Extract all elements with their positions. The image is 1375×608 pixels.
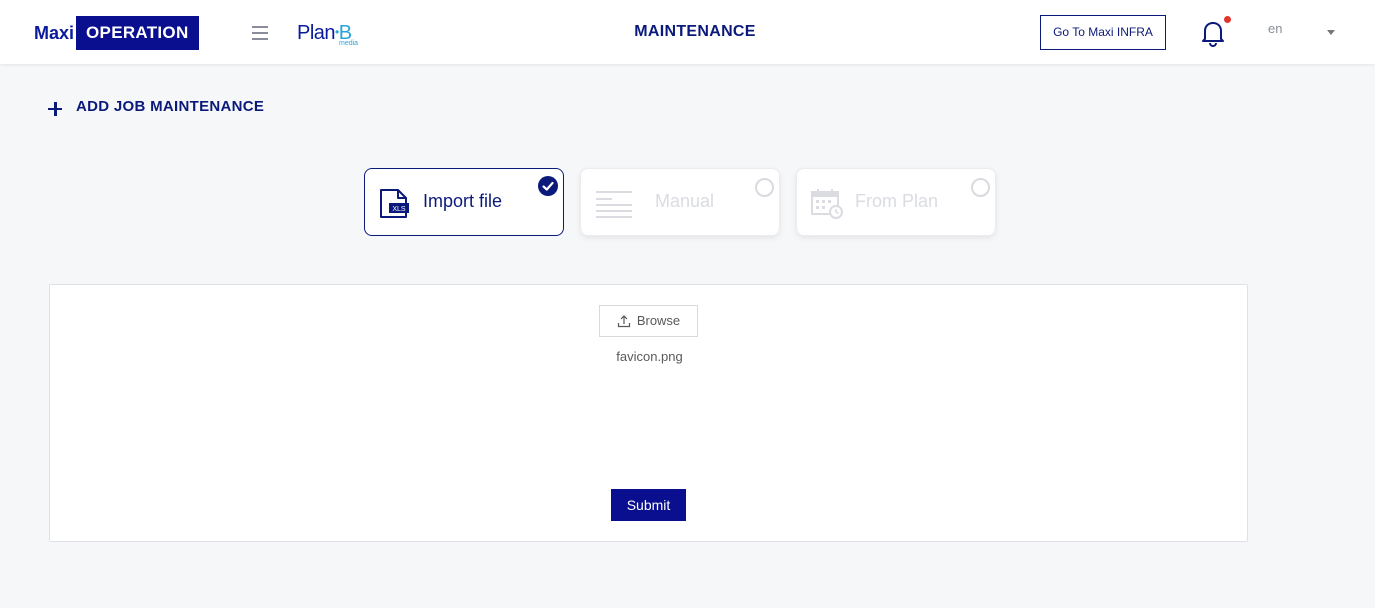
option-label: Import file — [423, 191, 503, 211]
add-job-maintenance[interactable]: ADD JOB MAINTENANCE — [48, 98, 265, 116]
option-manual[interactable]: Manual — [580, 168, 780, 236]
language-select[interactable]: en — [1268, 21, 1282, 36]
browse-label: Browse — [636, 313, 681, 328]
go-to-infra-button[interactable]: Go To Maxi INFRA — [1040, 15, 1166, 50]
browse-button[interactable]: Browse — [599, 305, 698, 337]
radio-button[interactable] — [755, 178, 774, 197]
xls-file-icon: XLS — [378, 188, 412, 225]
selected-file-name: favicon.png — [616, 349, 683, 364]
lines-icon — [594, 188, 634, 225]
planb-sub-text: media — [339, 40, 359, 47]
upload-panel: Browse favicon.png Submit — [49, 284, 1248, 542]
add-job-label: ADD JOB MAINTENANCE — [76, 98, 265, 115]
plus-icon — [48, 101, 62, 116]
option-label: From Plan — [855, 191, 939, 211]
check-icon — [538, 176, 558, 196]
option-from-plan[interactable]: From Plan — [796, 168, 996, 236]
submit-button[interactable]: Submit — [611, 489, 686, 521]
top-header: Maxi OPERATION Plan•B media MAINTENANCE … — [0, 0, 1375, 64]
option-import-file[interactable]: XLS Import file — [364, 168, 564, 236]
radio-button[interactable] — [971, 178, 990, 197]
option-label: Manual — [655, 191, 715, 211]
upload-icon — [617, 306, 637, 336]
calendar-clock-icon — [810, 188, 846, 225]
svg-text:XLS: XLS — [392, 206, 406, 213]
page-title: MAINTENANCE — [634, 23, 756, 40]
bell-icon[interactable] — [1199, 16, 1231, 48]
caret-down-icon[interactable] — [1327, 30, 1335, 35]
notification-dot — [1224, 16, 1231, 23]
